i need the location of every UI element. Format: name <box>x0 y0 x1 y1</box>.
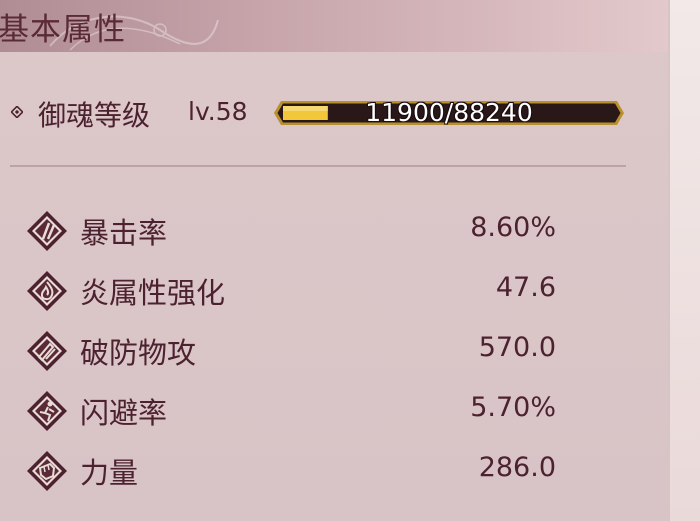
stat-value: 47.6 <box>495 272 556 303</box>
stat-row-armor-break: 破防物攻 570.0 <box>0 320 640 380</box>
section-divider <box>10 165 626 167</box>
panel-header: 基本属性 <box>0 0 670 52</box>
stat-label: 力量 <box>80 456 139 490</box>
page-title: 基本属性 <box>0 12 126 48</box>
dodge-rate-icon <box>27 391 67 431</box>
stat-label: 炎属性强化 <box>80 276 226 310</box>
soul-level-label: 御魂等级 <box>38 99 151 132</box>
experience-text: 11900/88240 <box>365 98 533 127</box>
stat-value: 286.0 <box>478 452 556 483</box>
stat-row-fire-boost: 炎属性强化 47.6 <box>0 260 640 320</box>
stat-value: 570.0 <box>478 332 556 363</box>
stat-label: 破防物攻 <box>80 336 197 370</box>
diamond-bullet-icon <box>11 106 23 118</box>
stat-row-dodge-rate: 闪避率 5.70% <box>0 380 640 440</box>
crit-rate-icon <box>27 211 67 251</box>
soul-level-value: lv.58 <box>188 97 248 126</box>
stat-value: 8.60% <box>470 212 556 243</box>
panel-right-edge <box>668 0 700 521</box>
fire-element-icon <box>27 271 67 311</box>
stat-label: 暴击率 <box>80 216 168 250</box>
experience-bar: 11900/88240 <box>273 100 625 126</box>
stat-value: 5.70% <box>470 392 556 423</box>
strength-fist-icon <box>27 451 67 491</box>
attribute-panel-frame: 基本属性 御魂等级 lv.58 11900/88240 暴击率 8.60% 炎属… <box>0 0 700 521</box>
soul-level-row: 御魂等级 lv.58 11900/88240 <box>0 90 640 136</box>
stat-row-crit-rate: 暴击率 8.60% <box>0 200 640 260</box>
stat-row-strength: 力量 286.0 <box>0 440 640 500</box>
armor-break-icon <box>27 331 67 371</box>
stat-label: 闪避率 <box>80 396 168 430</box>
